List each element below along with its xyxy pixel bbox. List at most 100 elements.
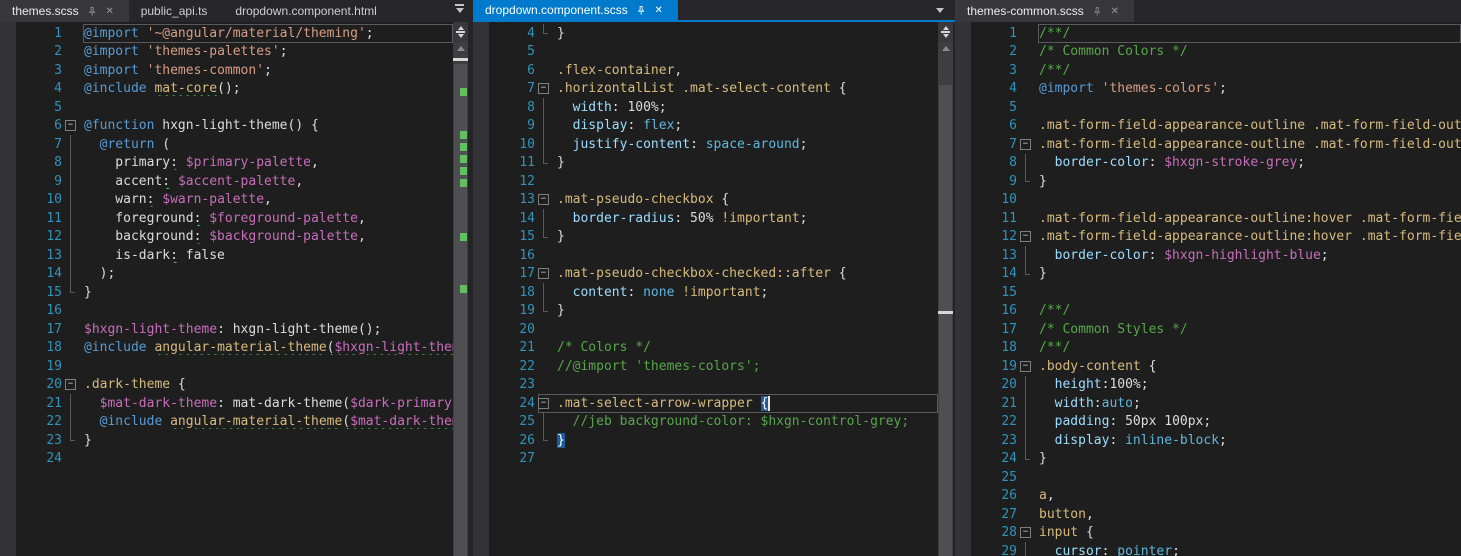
code-line[interactable]: 13− .mat-pseudo-checkbox { <box>473 191 938 210</box>
line-number[interactable]: 21 <box>0 396 64 411</box>
code-text[interactable]: .horizontalList .mat-select-content { <box>557 81 938 96</box>
code-text[interactable]: @include angular-material-theme($hxgn-li… <box>84 340 453 355</box>
code-text[interactable]: justify-content: space-around; <box>557 137 938 152</box>
code-text[interactable]: width:auto; <box>1039 396 1461 411</box>
line-number[interactable]: 28 <box>955 525 1019 540</box>
code-line[interactable]: 21 width:auto; <box>955 394 1461 413</box>
code-line[interactable]: 9 accent: $accent-palette, <box>0 172 453 191</box>
code-line[interactable]: 28− input { <box>955 524 1461 543</box>
line-number[interactable]: 19 <box>0 359 64 374</box>
code-text[interactable]: /* Colors */ <box>557 340 938 355</box>
code-text[interactable]: border-radius: 50% !important; <box>557 211 938 226</box>
code-text[interactable]: .mat-form-field-appearance-outline:hover… <box>1039 229 1461 244</box>
code-line[interactable]: 7− .mat-form-field-appearance-outline .ma… <box>955 135 1461 154</box>
code-line[interactable]: 5 <box>0 98 453 117</box>
line-number[interactable]: 29 <box>955 544 1019 556</box>
line-number[interactable]: 24 <box>0 451 64 466</box>
line-number[interactable]: 24 <box>955 451 1019 466</box>
code-text[interactable]: a, <box>1039 488 1461 503</box>
code-text[interactable]: //jeb background-color: $hxgn-control-gr… <box>557 414 938 429</box>
fold-toggle-icon[interactable]: − <box>538 194 549 205</box>
line-number[interactable]: 16 <box>955 303 1019 318</box>
line-number[interactable]: 19 <box>955 359 1019 374</box>
code-text[interactable]: /* Common Styles */ <box>1039 322 1461 337</box>
line-number[interactable]: 20 <box>473 322 537 337</box>
code-text[interactable]: } <box>557 432 938 448</box>
code-text[interactable]: /**/ <box>1039 303 1461 318</box>
line-number[interactable]: 15 <box>0 285 64 300</box>
code-area[interactable]: 1 @import '~@angular/material/theming'; 2 @… <box>0 22 453 556</box>
line-number[interactable]: 11 <box>955 211 1019 226</box>
code-line[interactable]: 29 cursor: pointer; <box>955 542 1461 556</box>
line-number[interactable]: 3 <box>0 63 64 78</box>
code-text[interactable]: @function hxgn-light-theme() { <box>84 118 453 133</box>
line-number[interactable]: 26 <box>473 433 537 448</box>
code-line[interactable]: 11 foreground: $foreground-palette, <box>0 209 453 228</box>
line-number[interactable]: 12 <box>473 174 537 189</box>
code-text[interactable]: } <box>557 303 938 318</box>
code-line[interactable]: 23} <box>0 431 453 450</box>
line-number[interactable]: 10 <box>0 192 64 207</box>
code-text[interactable]: @import 'themes-colors'; <box>1039 81 1461 96</box>
code-line[interactable]: 7− .horizontalList .mat-select-content { <box>473 80 938 99</box>
line-number[interactable]: 4 <box>0 81 64 96</box>
line-number[interactable]: 11 <box>473 155 537 170</box>
code-line[interactable]: 25 <box>955 468 1461 487</box>
line-number[interactable]: 27 <box>955 507 1019 522</box>
code-line[interactable]: 1 /**/ <box>955 24 1461 43</box>
code-text[interactable]: @include angular-material-theme($mat-dar… <box>84 414 453 429</box>
fold-toggle-icon[interactable]: − <box>1020 231 1031 242</box>
line-number[interactable]: 8 <box>473 100 537 115</box>
code-line[interactable]: 18 /**/ <box>955 339 1461 358</box>
code-line[interactable]: 1 @import '~@angular/material/theming'; <box>0 24 453 43</box>
code-line[interactable]: 6− @function hxgn-light-theme() { <box>0 117 453 136</box>
code-text[interactable]: } <box>84 285 453 300</box>
code-text[interactable]: .flex-container, <box>557 63 938 78</box>
line-number[interactable]: 26 <box>955 488 1019 503</box>
close-icon[interactable]: ✕ <box>103 4 117 18</box>
tab-themes-scss[interactable]: themes.scss ✕ <box>0 0 129 22</box>
code-line[interactable]: 4 @include mat-core(); <box>0 80 453 99</box>
line-number[interactable]: 17 <box>473 266 537 281</box>
code-text[interactable]: primary: $primary-palette, <box>84 155 453 170</box>
code-line[interactable]: 2 @import 'themes-palettes'; <box>0 43 453 62</box>
fold-toggle-icon[interactable]: − <box>1020 138 1031 150</box>
code-text[interactable]: foreground: $foreground-palette, <box>84 211 453 226</box>
code-text[interactable]: } <box>557 155 938 170</box>
line-number[interactable]: 23 <box>473 377 537 392</box>
code-text[interactable]: width: 100%; <box>557 100 938 115</box>
code-line[interactable]: 4 @import 'themes-colors'; <box>955 80 1461 99</box>
code-text[interactable]: .mat-pseudo-checkbox { <box>557 192 938 207</box>
code-line[interactable]: 4} <box>473 24 938 43</box>
code-text[interactable]: border-color: $hxgn-stroke-grey; <box>1039 155 1461 170</box>
line-number[interactable]: 7 <box>0 137 64 152</box>
line-number[interactable]: 25 <box>955 470 1019 485</box>
document-list-chevron-icon[interactable] <box>454 4 465 13</box>
tab-themes-common-scss[interactable]: themes-common.scss ✕ <box>955 0 1134 22</box>
code-line[interactable]: 14 border-radius: 50% !important; <box>473 209 938 228</box>
vertical-scrollbar[interactable] <box>453 22 468 556</box>
code-text[interactable]: } <box>84 433 453 448</box>
code-line[interactable]: 5 <box>955 98 1461 117</box>
code-line[interactable]: 21 /* Colors */ <box>473 339 938 358</box>
code-text[interactable]: } <box>1039 266 1461 281</box>
line-number[interactable]: 15 <box>955 285 1019 300</box>
code-line[interactable]: 14} <box>955 264 1461 284</box>
line-number[interactable]: 4 <box>955 81 1019 96</box>
line-number[interactable]: 5 <box>473 44 537 59</box>
code-line[interactable]: 23 display: inline-block; <box>955 431 1461 450</box>
line-number[interactable]: 13 <box>0 248 64 263</box>
line-number[interactable]: 25 <box>473 414 537 429</box>
code-text[interactable]: /**/ <box>1039 26 1461 41</box>
code-line[interactable]: 24} <box>955 449 1461 469</box>
line-number[interactable]: 19 <box>473 303 537 318</box>
code-line[interactable]: 11 .mat-form-field-appearance-outline:hov… <box>955 209 1461 228</box>
close-icon[interactable]: ✕ <box>652 3 666 17</box>
code-text[interactable]: height:100%; <box>1039 377 1461 392</box>
code-text[interactable]: .body-content { <box>1039 359 1461 374</box>
code-line[interactable]: 15} <box>473 227 938 247</box>
code-line[interactable]: 23 <box>473 376 938 395</box>
code-line[interactable]: 24− .mat-select-arrow-wrapper { <box>473 394 938 413</box>
code-area[interactable]: 1 /**/ 2 /* Common Colors */ 3 /**/ 4 @import '… <box>955 22 1461 556</box>
code-text[interactable]: @return ( <box>84 137 453 152</box>
